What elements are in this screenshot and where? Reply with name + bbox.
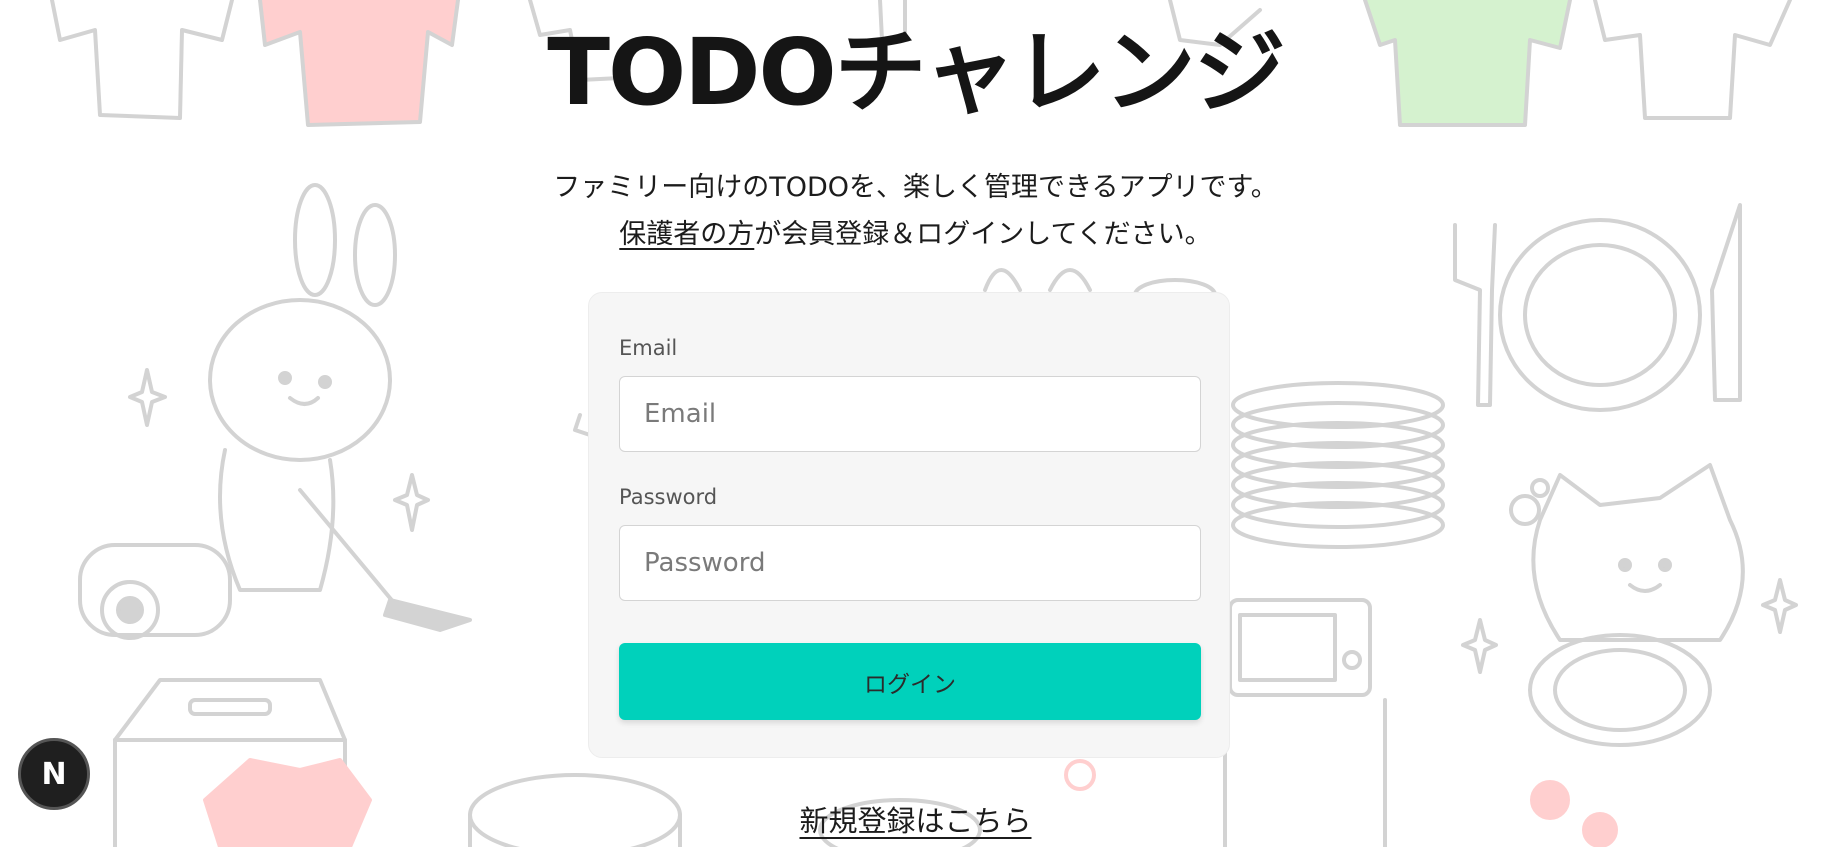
- register-link-container: 新規登録はこちら: [0, 798, 1831, 840]
- password-field[interactable]: [619, 525, 1201, 601]
- password-label: Password: [619, 485, 718, 509]
- page-description: ファミリー向けのTODOを、楽しく管理できるアプリです。 保護者の方が会員登録＆…: [0, 164, 1831, 258]
- email-field[interactable]: [619, 376, 1201, 452]
- page-title: TODOチャレンジ: [547, 19, 1286, 126]
- login-button[interactable]: ログイン: [619, 643, 1201, 720]
- description-line-1: ファミリー向けのTODOを、楽しく管理できるアプリです。: [553, 172, 1278, 203]
- nextjs-dev-badge[interactable]: N: [18, 738, 90, 810]
- description-line-2-text: が会員登録＆ログインしてください。: [754, 219, 1212, 250]
- register-link[interactable]: 新規登録はこちら: [799, 804, 1031, 838]
- guardian-link[interactable]: 保護者の方: [619, 219, 754, 250]
- description-line-2: 保護者の方が会員登録＆ログインしてください。: [0, 211, 1831, 258]
- email-label: Email: [619, 336, 678, 360]
- login-page: TODOチャレンジ ファミリー向けのTODOを、楽しく管理できるアプリです。 保…: [0, 0, 1831, 847]
- nextjs-logo-icon: N: [41, 756, 67, 792]
- login-form-card: Email Password ログイン: [588, 292, 1230, 758]
